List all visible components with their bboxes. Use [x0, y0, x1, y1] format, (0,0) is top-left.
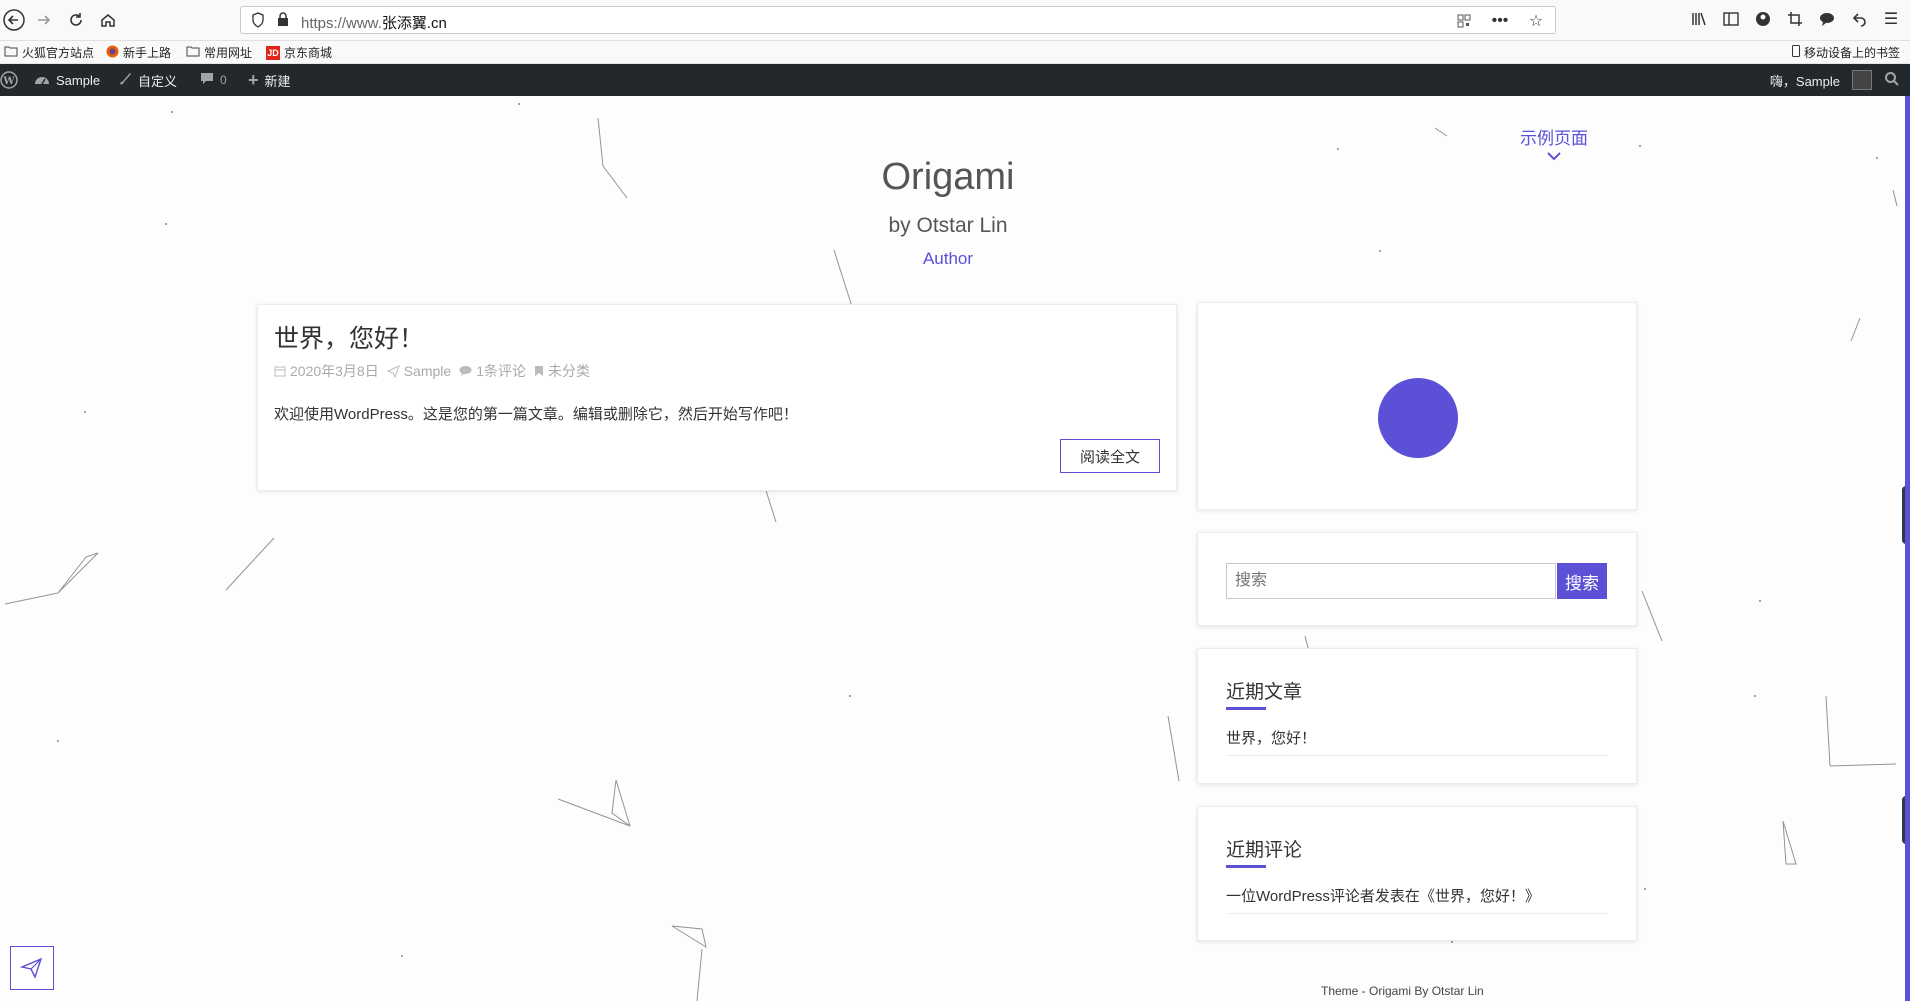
mobile-device-icon — [1791, 45, 1800, 60]
mobile-bookmarks[interactable]: 移动设备上的书签 — [1791, 44, 1900, 61]
paper-plane-icon[interactable] — [10, 946, 54, 990]
url-prefix: https://www. — [301, 15, 382, 32]
post-category[interactable]: 未分类 — [534, 361, 590, 381]
post-author-text: Sample — [403, 363, 452, 379]
reload-icon[interactable] — [62, 6, 90, 34]
browser-toolbar: https://www.张添翼.cn ••• ☆ ☰ — [0, 0, 1910, 41]
lock-icon[interactable] — [277, 12, 289, 32]
recent-comment-link[interactable]: 一位WordPress评论者发表在《世界，您好！》 — [1226, 885, 1540, 906]
search-widget: 搜索 — [1197, 532, 1637, 626]
bookmark-item[interactable]: 火狐官方站点 — [4, 44, 94, 61]
url-bar[interactable]: https://www.张添翼.cn ••• ☆ — [240, 6, 1556, 34]
jd-icon: JD — [266, 45, 280, 60]
home-icon[interactable] — [94, 6, 122, 34]
bookmark-icon — [534, 366, 543, 376]
recent-posts-widget: 近期文章 世界，您好！ — [1197, 648, 1637, 784]
wp-admin-bar: W Sample 自定义 0 + 新建 嗨，Sample — [0, 64, 1910, 96]
user-avatar[interactable] — [1852, 70, 1872, 90]
calendar-icon — [274, 366, 286, 377]
search-button[interactable]: 搜索 — [1557, 563, 1607, 599]
recent-comments-widget: 近期评论 一位WordPress评论者发表在《世界，您好！》 — [1197, 806, 1637, 941]
brush-icon — [118, 72, 132, 89]
wp-new-link[interactable]: + 新建 — [248, 64, 291, 96]
site-subtitle: by Otstar Lin — [888, 214, 1008, 237]
site-name: Sample — [56, 72, 101, 88]
dashboard-icon — [34, 72, 50, 89]
bookmark-item[interactable]: JD 京东商城 — [266, 44, 332, 61]
library-icon[interactable] — [1688, 8, 1710, 30]
divider — [1226, 913, 1608, 914]
bookmark-label: 常用网址 — [204, 46, 253, 60]
screenshot-icon[interactable] — [1784, 8, 1806, 30]
folder-icon — [4, 45, 18, 60]
bookmark-label: 火狐官方站点 — [22, 46, 95, 60]
url-domain: 张添翼.cn — [381, 15, 447, 32]
mobile-bookmarks-label: 移动设备上的书签 — [1803, 46, 1900, 60]
bookmark-label: 京东商城 — [284, 46, 333, 60]
url-text[interactable]: https://www.张添翼.cn — [301, 12, 447, 33]
title-underline — [1226, 865, 1266, 868]
forward-icon[interactable] — [30, 6, 58, 34]
post-card: 世界，您好！ 2020年3月8日 Sample 1条评论 未分类 欢迎使用Wor… — [257, 304, 1177, 491]
post-author[interactable]: Sample — [386, 363, 452, 379]
bookmark-item[interactable]: 新手上路 — [106, 44, 171, 61]
more-actions-icon[interactable]: ••• — [1489, 10, 1511, 32]
paper-plane-icon — [386, 364, 400, 378]
wp-account: 嗨，Sample — [1770, 64, 1900, 96]
post-comments-text: 1条评论 — [476, 363, 526, 379]
divider — [1226, 755, 1608, 756]
post-meta: 2020年3月8日 Sample 1条评论 未分类 — [274, 361, 590, 381]
read-more-button[interactable]: 阅读全文 — [1060, 439, 1160, 473]
comment-icon — [459, 366, 472, 376]
author-role: Author — [922, 249, 974, 268]
search-icon[interactable] — [1884, 71, 1900, 90]
recent-post-link[interactable]: 世界，您好！ — [1226, 727, 1316, 748]
post-category-text: 未分类 — [547, 363, 590, 379]
post-date[interactable]: 2020年3月8日 — [274, 361, 379, 381]
site-title[interactable]: Origami — [0, 156, 1896, 199]
wp-customize-link[interactable]: 自定义 — [118, 64, 177, 96]
page-content: 示例页面 Origami by Otstar Lin Author 世界，您好！… — [0, 96, 1910, 1001]
bookmark-label: 新手上路 — [123, 46, 172, 60]
customize-label: 自定义 — [138, 73, 178, 89]
scrollbar[interactable] — [1905, 96, 1910, 1001]
back-icon[interactable] — [0, 6, 28, 34]
shield-icon[interactable] — [251, 12, 265, 33]
browser-tools: ☰ — [1688, 8, 1902, 30]
wp-site-link[interactable]: Sample — [34, 64, 100, 96]
sidebar-icon[interactable] — [1720, 8, 1742, 30]
title-underline — [1226, 707, 1266, 710]
comments-count: 0 — [220, 73, 227, 87]
wp-comments-link[interactable]: 0 — [200, 64, 227, 96]
folder-icon — [186, 45, 200, 60]
wordpress-logo-icon[interactable]: W — [0, 64, 18, 96]
comment-icon — [200, 72, 214, 89]
firefox-icon — [106, 45, 119, 61]
author-avatar — [1378, 378, 1458, 458]
new-label: 新建 — [264, 73, 291, 89]
nav-sample-page[interactable]: 示例页面 — [1520, 124, 1588, 149]
undo-icon[interactable] — [1848, 8, 1870, 30]
bookmark-star-icon[interactable]: ☆ — [1525, 10, 1547, 32]
svg-text:W: W — [2, 76, 15, 87]
post-title[interactable]: 世界，您好！ — [274, 319, 424, 355]
menu-icon[interactable]: ☰ — [1880, 8, 1902, 30]
qr-code-icon[interactable] — [1453, 10, 1475, 32]
post-comments[interactable]: 1条评论 — [459, 361, 526, 381]
widget-title: 近期评论 — [1226, 840, 1303, 861]
plus-icon: + — [248, 69, 259, 90]
author-avatar-widget — [1197, 302, 1637, 510]
post-excerpt: 欢迎使用WordPress。这是您的第一篇文章。编辑或删除它，然后开始写作吧！ — [274, 406, 798, 423]
greeting[interactable]: 嗨，Sample — [1770, 71, 1840, 90]
bookmark-item[interactable]: 常用网址 — [186, 44, 252, 61]
widget-title: 近期文章 — [1226, 682, 1303, 703]
account-icon[interactable] — [1752, 8, 1774, 30]
bookmarks-bar: 火狐官方站点 新手上路 常用网址 JD 京东商城 移动设备上的书签 — [0, 41, 1910, 64]
search-input[interactable] — [1226, 563, 1556, 599]
chat-icon[interactable] — [1816, 8, 1838, 30]
post-date-text: 2020年3月8日 — [290, 363, 379, 379]
footer-credit: Theme - Origami By Otstar Lin — [1321, 984, 1484, 998]
